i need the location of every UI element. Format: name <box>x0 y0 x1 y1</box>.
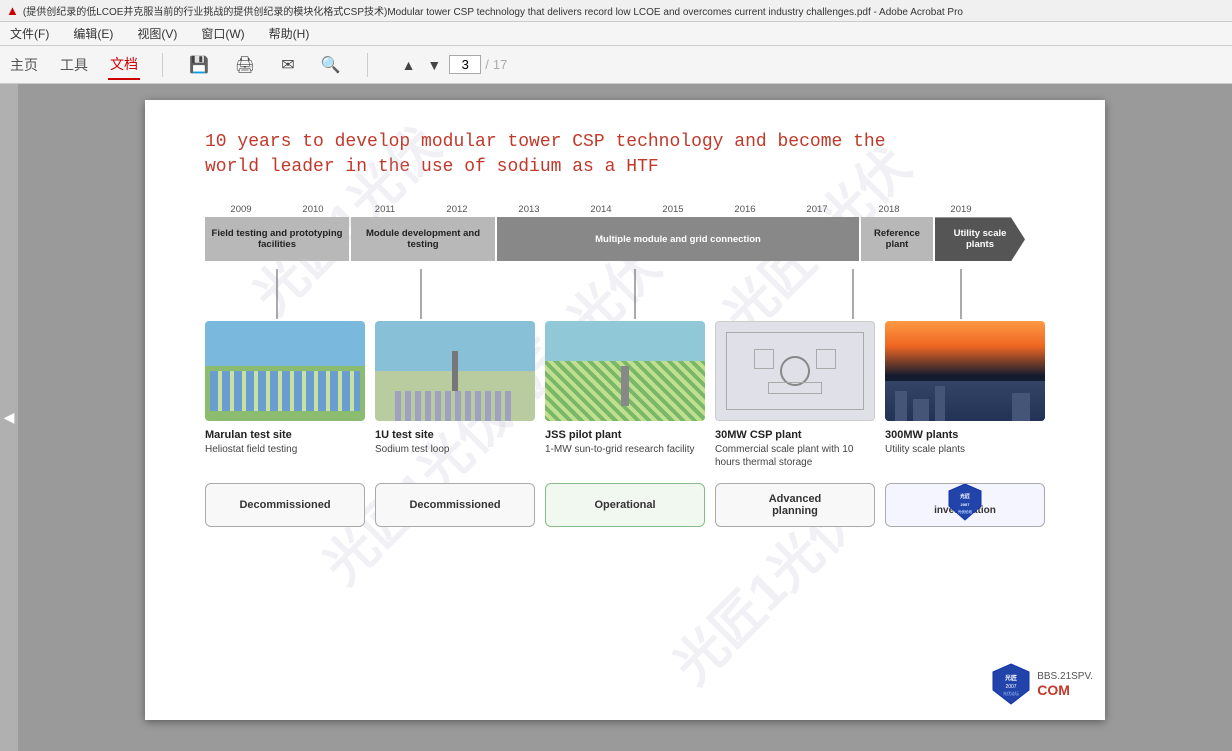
phase-utility-scale: Utility scale plants <box>935 217 1025 261</box>
plant-img-30mw <box>715 321 875 421</box>
menu-window[interactable]: 窗口(W) <box>199 24 246 43</box>
phase-multiple-module: Multiple module and grid connection <box>497 217 859 261</box>
plant-name-300mw: 300MW plants <box>885 429 1045 441</box>
plant-card-jss: JSS pilot plant 1-MW sun-to-grid researc… <box>545 321 705 456</box>
year-2016: 2016 <box>709 204 781 215</box>
page-separator: / <box>485 57 489 72</box>
year-2014: 2014 <box>565 204 637 215</box>
phase-module-dev: Module development and testing <box>351 217 495 261</box>
menu-help[interactable]: 帮助(H) <box>267 24 312 43</box>
years-bar: 2009 2010 2011 2012 2013 2014 2015 2016 … <box>205 204 1045 215</box>
content-area: ◀ 光匠1光伏 光匠1光伏 光匠1光伏 光匠1光伏 光匠1光伏 10 years… <box>0 84 1232 751</box>
svg-text:光伏论坛: 光伏论坛 <box>957 509 972 514</box>
plant-desc-jss: 1-MW sun-to-grid research facility <box>545 443 705 456</box>
page-navigation: ▲ ▼ / 17 <box>398 55 508 75</box>
logo-com: COM <box>1037 682 1093 698</box>
year-2011: 2011 <box>349 204 421 215</box>
plant-card-1u: 1U test site Sodium test loop <box>375 321 535 456</box>
toolbar: 主页 工具 文档 💾 🖨 ✉ 🔍 ▲ ▼ / 17 <box>0 46 1232 84</box>
status-badge-under-investigation: Underinvestigation 光匠 2007 光伏论坛 <box>885 483 1045 527</box>
bottom-logo: 光匠 2007 光伏论坛 BBS.21SPV. COM <box>989 662 1093 706</box>
page-number-input[interactable] <box>449 55 481 74</box>
plant-desc-1u: Sodium test loop <box>375 443 535 456</box>
svg-text:光伏论坛: 光伏论坛 <box>1003 690 1019 696</box>
plant-desc-30mw: Commercial scale plant with 10 hours the… <box>715 443 875 469</box>
year-2018: 2018 <box>853 204 925 215</box>
svg-text:光匠: 光匠 <box>959 493 970 500</box>
year-2013: 2013 <box>493 204 565 215</box>
page-total: 17 <box>493 57 507 72</box>
plant-desc-300mw: Utility scale plants <box>885 443 1045 456</box>
plant-name-1u: 1U test site <box>375 429 535 441</box>
year-2010: 2010 <box>277 204 349 215</box>
phase-reference-plant: Reference plant <box>861 217 933 261</box>
shield-logo: 光匠 2007 光伏论坛 <box>947 483 983 522</box>
menu-file[interactable]: 文件(F) <box>8 24 51 43</box>
plant-img-marulan <box>205 321 365 421</box>
phase-field-testing: Field testing and prototyping facilities <box>205 217 349 261</box>
plant-desc-marulan: Heliostat field testing <box>205 443 365 456</box>
tab-tools[interactable]: 工具 <box>58 51 90 79</box>
menu-view[interactable]: 视图(V) <box>135 24 179 43</box>
plant-img-300mw <box>885 321 1045 421</box>
svg-text:2007: 2007 <box>961 502 971 507</box>
plant-name-jss: JSS pilot plant <box>545 429 705 441</box>
plant-name-marulan: Marulan test site <box>205 429 365 441</box>
plant-img-jss <box>545 321 705 421</box>
print-button[interactable]: 🖨 <box>231 53 259 77</box>
plant-name-30mw: 30MW CSP plant <box>715 429 875 441</box>
year-2019: 2019 <box>925 204 997 215</box>
scrollable-area[interactable]: 光匠1光伏 光匠1光伏 光匠1光伏 光匠1光伏 光匠1光伏 10 years t… <box>18 84 1232 751</box>
tab-home[interactable]: 主页 <box>8 51 40 79</box>
images-row: Marulan test site Heliostat field testin… <box>205 321 1045 469</box>
next-page-button[interactable]: ▼ <box>423 55 445 75</box>
status-badge-decom1: Decommissioned <box>205 483 365 527</box>
connector-lines <box>205 269 1045 329</box>
status-row: Decommissioned Decommissioned Operationa… <box>205 483 1045 527</box>
timeline-section: 2009 2010 2011 2012 2013 2014 2015 2016 … <box>205 204 1045 527</box>
plant-card-300mw: 300MW plants Utility scale plants <box>885 321 1045 456</box>
status-badge-decom2: Decommissioned <box>375 483 535 527</box>
status-badge-advanced: Advancedplanning <box>715 483 875 527</box>
phase-bars: Field testing and prototyping facilities… <box>205 217 1045 261</box>
left-nav[interactable]: ◀ <box>0 84 18 751</box>
tab-document[interactable]: 文档 <box>108 50 140 80</box>
email-button[interactable]: ✉ <box>277 53 298 77</box>
page-title: 10 years to develop modular tower CSP te… <box>205 130 1045 180</box>
logo-text-block: BBS.21SPV. COM <box>1037 671 1093 698</box>
plant-card-marulan: Marulan test site Heliostat field testin… <box>205 321 365 456</box>
status-badge-operational: Operational <box>545 483 705 527</box>
menu-bar: 文件(F) 编辑(E) 视图(V) 窗口(W) 帮助(H) <box>0 22 1232 46</box>
year-2012: 2012 <box>421 204 493 215</box>
plant-card-30mw: 30MW CSP plant Commercial scale plant wi… <box>715 321 875 469</box>
year-2015: 2015 <box>637 204 709 215</box>
year-2017: 2017 <box>781 204 853 215</box>
year-2009: 2009 <box>205 204 277 215</box>
menu-edit[interactable]: 编辑(E) <box>71 24 115 43</box>
logo-url: BBS.21SPV. <box>1037 671 1093 682</box>
svg-text:2007: 2007 <box>1006 684 1017 690</box>
prev-page-button[interactable]: ▲ <box>398 55 420 75</box>
svg-text:光匠: 光匠 <box>1004 674 1017 682</box>
pdf-icon: ▲ <box>6 3 19 18</box>
pdf-page: 光匠1光伏 光匠1光伏 光匠1光伏 光匠1光伏 光匠1光伏 10 years t… <box>145 100 1105 720</box>
title-bar: ▲ (提供创纪录的低LCOE并克服当前的行业挑战的提供创纪录的模块化格式CSP技… <box>0 0 1232 22</box>
save-button[interactable]: 💾 <box>185 53 213 77</box>
search-button[interactable]: 🔍 <box>317 53 345 77</box>
plant-img-1u <box>375 321 535 421</box>
title-text: (提供创纪录的低LCOE并克服当前的行业挑战的提供创纪录的模块化格式CSP技术)… <box>23 3 963 18</box>
bottom-shield-icon: 光匠 2007 光伏论坛 <box>989 662 1033 706</box>
